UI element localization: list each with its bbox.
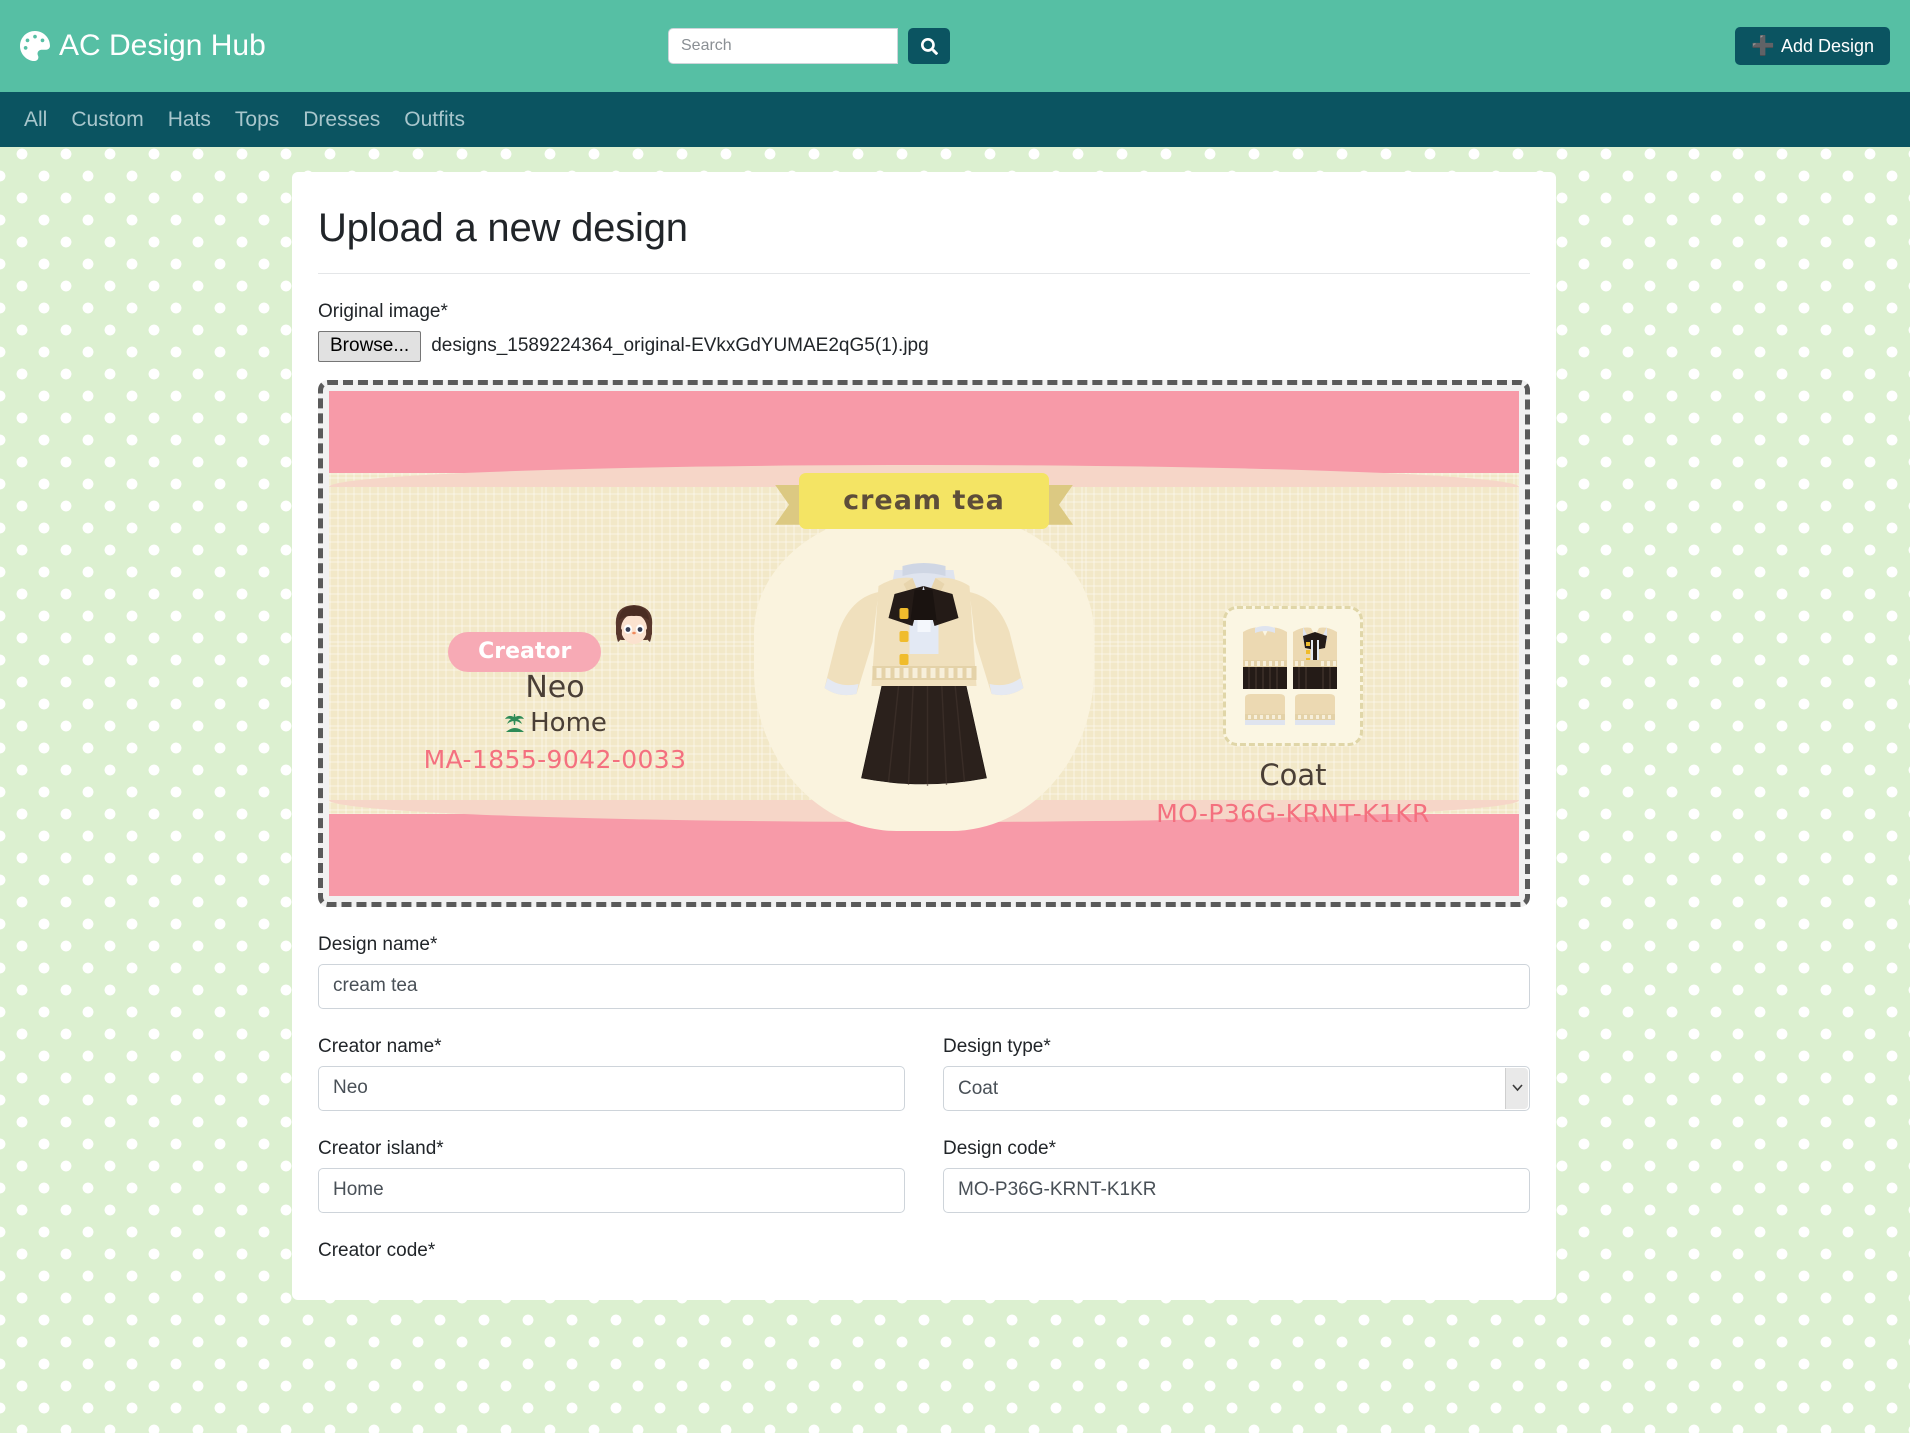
design-name-banner: cream tea (775, 472, 1049, 529)
row-creator-name-design-type: Creator name* Design type* Coat (318, 1009, 1530, 1111)
design-swatch-art (1243, 625, 1337, 725)
creator-info-block: Creator Neo Home MA-1855-9042-0033 (405, 591, 705, 774)
design-code-label: Design code* (943, 1137, 1057, 1159)
creator-island-row: Home (405, 708, 705, 738)
search-area (668, 28, 950, 64)
site-header: AC Design Hub ➕ Add Design (0, 0, 1910, 92)
design-preview-image: cream tea Creator Neo Home MA-1855-9042-… (329, 390, 1519, 896)
nav-item-hats[interactable]: Hats (156, 108, 223, 132)
creator-name-input[interactable] (318, 1065, 905, 1111)
nav-item-outfits[interactable]: Outfits (392, 108, 477, 132)
add-design-label: Add Design (1780, 35, 1874, 56)
file-input-row: Browse... designs_1589224364_original-EV… (318, 331, 1530, 362)
island-icon (505, 713, 525, 732)
design-code-input[interactable] (943, 1167, 1530, 1213)
upload-form-card: Upload a new design Original image* Brow… (292, 172, 1556, 1300)
original-image-label: Original image* (318, 301, 448, 322)
search-input[interactable] (668, 28, 898, 64)
creator-name: Neo (525, 669, 585, 705)
design-type-select[interactable]: Coat (943, 1065, 1530, 1111)
design-type-label: Coat (1259, 757, 1327, 792)
search-icon (920, 37, 938, 55)
selected-file-name: designs_1589224364_original-EVkxGdYUMAE2… (431, 335, 929, 357)
nav-item-dresses[interactable]: Dresses (291, 108, 392, 132)
add-design-button[interactable]: ➕ Add Design (1735, 27, 1890, 65)
creator-code: MA-1855-9042-0033 (423, 744, 687, 774)
banner-body: cream tea (799, 472, 1049, 529)
design-name-label: Design name* (318, 933, 438, 955)
palette-icon (20, 31, 50, 61)
dress-illustration (824, 562, 1024, 786)
design-name-input[interactable] (318, 963, 1530, 1009)
creator-name-label: Creator name* (318, 1035, 442, 1057)
browse-button[interactable]: Browse... (318, 331, 422, 362)
creator-code-label: Creator code* (318, 1239, 436, 1261)
search-button[interactable] (908, 28, 950, 64)
nav-item-tops[interactable]: Tops (223, 108, 291, 132)
creator-badge: Creator (448, 631, 602, 672)
nav-item-all[interactable]: All (19, 108, 59, 132)
image-preview-dropzone[interactable]: cream tea Creator Neo Home MA-1855-9042-… (318, 379, 1530, 907)
banner-label: cream tea (843, 485, 1005, 517)
design-info-block: Coat MO-P36G-KRNT-K1KR (1143, 605, 1443, 828)
brand-label: AC Design Hub (59, 29, 266, 62)
design-type-field-label: Design type* (943, 1035, 1051, 1057)
plus-icon: ➕ (1751, 35, 1775, 57)
preview-top-band (329, 390, 1519, 487)
avatar (615, 604, 653, 644)
design-type-select-wrap: Coat (943, 1065, 1530, 1111)
design-code-value: MO-P36G-KRNT-K1KR (1156, 798, 1430, 828)
design-swatch (1223, 605, 1363, 746)
creator-island: Home (530, 707, 607, 738)
nav-item-custom[interactable]: Custom (59, 108, 155, 132)
page-title: Upload a new design (318, 206, 1530, 274)
category-navbar: All Custom Hats Tops Dresses Outfits (0, 92, 1910, 147)
brand[interactable]: AC Design Hub (20, 29, 266, 63)
creator-island-input[interactable] (318, 1167, 905, 1213)
creator-island-label: Creator island* (318, 1137, 444, 1159)
row-creator-island-design-code: Creator island* Design code* (318, 1111, 1530, 1213)
